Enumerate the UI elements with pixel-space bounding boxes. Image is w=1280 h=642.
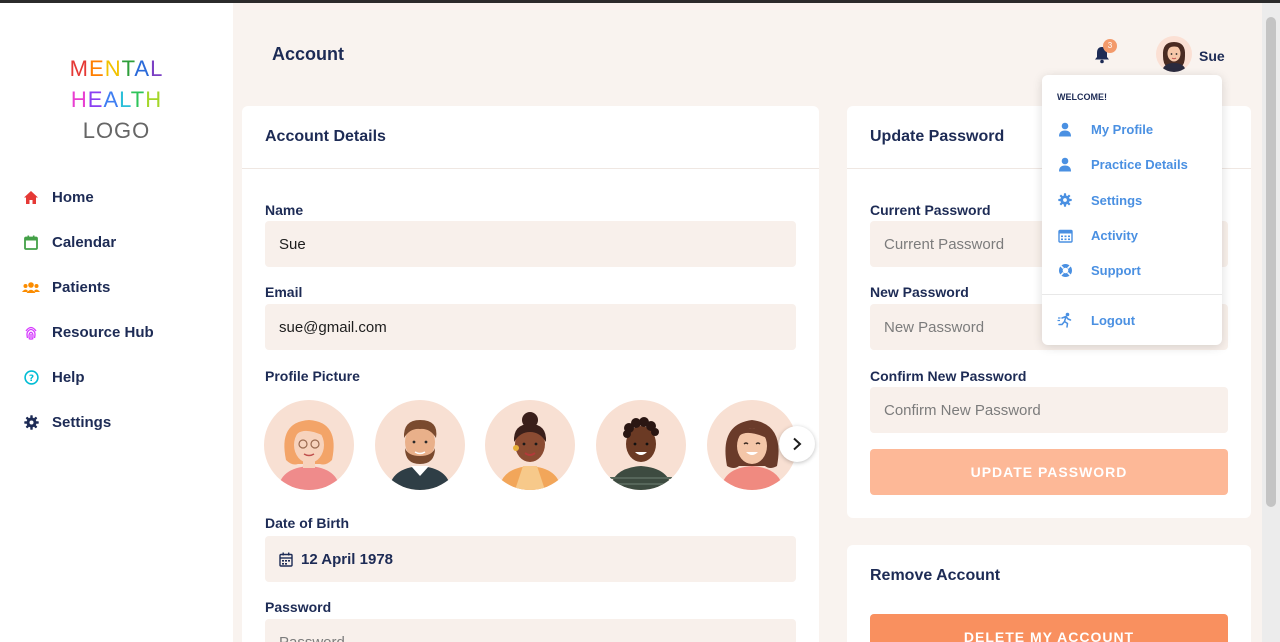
help-icon: ? <box>20 367 42 389</box>
dob-label: Date of Birth <box>265 515 349 531</box>
current-password-label: Current Password <box>870 202 991 218</box>
sidebar-item-label: Help <box>52 369 85 386</box>
card-title: Remove Account <box>870 567 1001 584</box>
page-scrollbar[interactable] <box>1262 3 1280 642</box>
home-icon <box>20 187 42 209</box>
gear-icon <box>1056 191 1074 209</box>
dropdown-item-label: Activity <box>1091 227 1138 243</box>
sidebar-item-patients[interactable]: Patients <box>20 265 154 310</box>
sidebar-item-resource-hub[interactable]: Resource Hub <box>20 310 154 355</box>
email-value: sue@gmail.com <box>279 318 387 336</box>
update-password-button[interactable]: UPDATE PASSWORD <box>870 449 1228 495</box>
logo-line-1: MENTAL <box>69 56 164 81</box>
dropdown-item-label: Settings <box>1091 192 1143 208</box>
sidebar-item-calendar[interactable]: Calendar <box>20 220 154 265</box>
dropdown-welcome: WELCOME! <box>1057 92 1107 102</box>
name-value: Sue <box>279 235 306 253</box>
user-dropdown-menu: WELCOME! My Profile Practice Details Set… <box>1042 75 1222 345</box>
dropdown-item-logout[interactable]: Logout <box>1056 310 1135 330</box>
sidebar-item-label: Home <box>52 189 94 206</box>
sidebar-item-label: Settings <box>52 414 112 431</box>
email-label: Email <box>265 284 303 300</box>
sidebar-item-label: Calendar <box>52 234 117 251</box>
gear-icon <box>20 412 42 434</box>
logo-line-3: LOGO <box>82 118 151 143</box>
confirm-password-placeholder: Confirm New Password <box>884 401 1041 419</box>
dropdown-item-activity[interactable]: Activity <box>1056 225 1138 245</box>
password-placeholder: Password <box>279 633 345 642</box>
calendar-icon <box>279 552 293 567</box>
profile-picture-option[interactable] <box>375 400 465 490</box>
profile-picture-option[interactable] <box>596 400 686 490</box>
users-icon <box>20 277 42 299</box>
dropdown-item-support[interactable]: Support <box>1056 260 1141 280</box>
card-title: Update Password <box>870 128 1005 145</box>
fingerprint-icon <box>20 322 42 344</box>
remove-account-card: Remove Account DELETE MY ACCOUNT <box>847 545 1251 642</box>
notification-badge: 3 <box>1103 39 1117 53</box>
dropdown-item-label: Logout <box>1091 312 1136 328</box>
scrollbar-thumb[interactable] <box>1266 17 1276 507</box>
profile-picture-option[interactable] <box>264 400 354 490</box>
dob-field[interactable]: 12 April 1978 <box>265 536 796 582</box>
sidebar: MENTAL HEALTH LOGO Home Calendar Patient… <box>0 3 233 642</box>
dropdown-item-settings[interactable]: Settings <box>1056 190 1142 210</box>
sidebar-item-settings[interactable]: Settings <box>20 400 154 445</box>
profile-picture-option[interactable] <box>485 400 575 490</box>
carousel-next-button[interactable] <box>779 426 815 462</box>
user-name[interactable]: Sue <box>1199 48 1225 64</box>
dropdown-item-my-profile[interactable]: My Profile <box>1056 119 1153 139</box>
sidebar-item-help[interactable]: ? Help <box>20 355 154 400</box>
calendar-icon <box>20 232 42 254</box>
runner-icon <box>1056 311 1074 329</box>
password-field[interactable]: Password <box>265 619 796 642</box>
delete-account-button[interactable]: DELETE MY ACCOUNT <box>870 614 1228 642</box>
sidebar-item-home[interactable]: Home <box>20 175 154 220</box>
user-icon <box>1056 120 1074 138</box>
new-password-label: New Password <box>870 284 969 300</box>
lifebuoy-icon <box>1056 261 1074 279</box>
svg-text:?: ? <box>28 374 33 384</box>
sidebar-item-label: Resource Hub <box>52 324 154 341</box>
sidebar-nav: Home Calendar Patients Resource Hub ? He… <box>20 175 154 445</box>
dob-value: 12 April 1978 <box>301 550 393 568</box>
account-details-card: Account Details Name Sue Email sue@gmail… <box>242 106 819 642</box>
dropdown-item-label: Support <box>1091 262 1141 278</box>
name-field[interactable]: Sue <box>265 221 796 267</box>
divider <box>1042 294 1222 295</box>
dropdown-item-practice-details[interactable]: Practice Details <box>1056 154 1188 174</box>
divider <box>242 168 819 169</box>
logo-line-2: HEALTH <box>70 87 163 112</box>
confirm-password-label: Confirm New Password <box>870 368 1027 384</box>
card-title: Account Details <box>265 128 386 145</box>
email-field[interactable]: sue@gmail.com <box>265 304 796 350</box>
current-password-placeholder: Current Password <box>884 235 1005 253</box>
profile-picture-label: Profile Picture <box>265 368 360 384</box>
page-title: Account <box>272 44 344 64</box>
confirm-password-input[interactable]: Confirm New Password <box>870 387 1228 433</box>
chevron-right-icon <box>793 437 802 451</box>
sidebar-item-label: Patients <box>52 279 111 296</box>
calendar-icon <box>1056 226 1074 244</box>
avatar[interactable] <box>1156 36 1192 72</box>
user-icon <box>1056 155 1074 173</box>
name-label: Name <box>265 202 304 218</box>
new-password-placeholder: New Password <box>884 318 985 336</box>
dropdown-item-label: My Profile <box>1091 121 1154 137</box>
dropdown-item-label: Practice Details <box>1091 156 1188 172</box>
logo[interactable]: MENTAL HEALTH LOGO <box>0 53 233 146</box>
password-label: Password <box>265 599 332 615</box>
